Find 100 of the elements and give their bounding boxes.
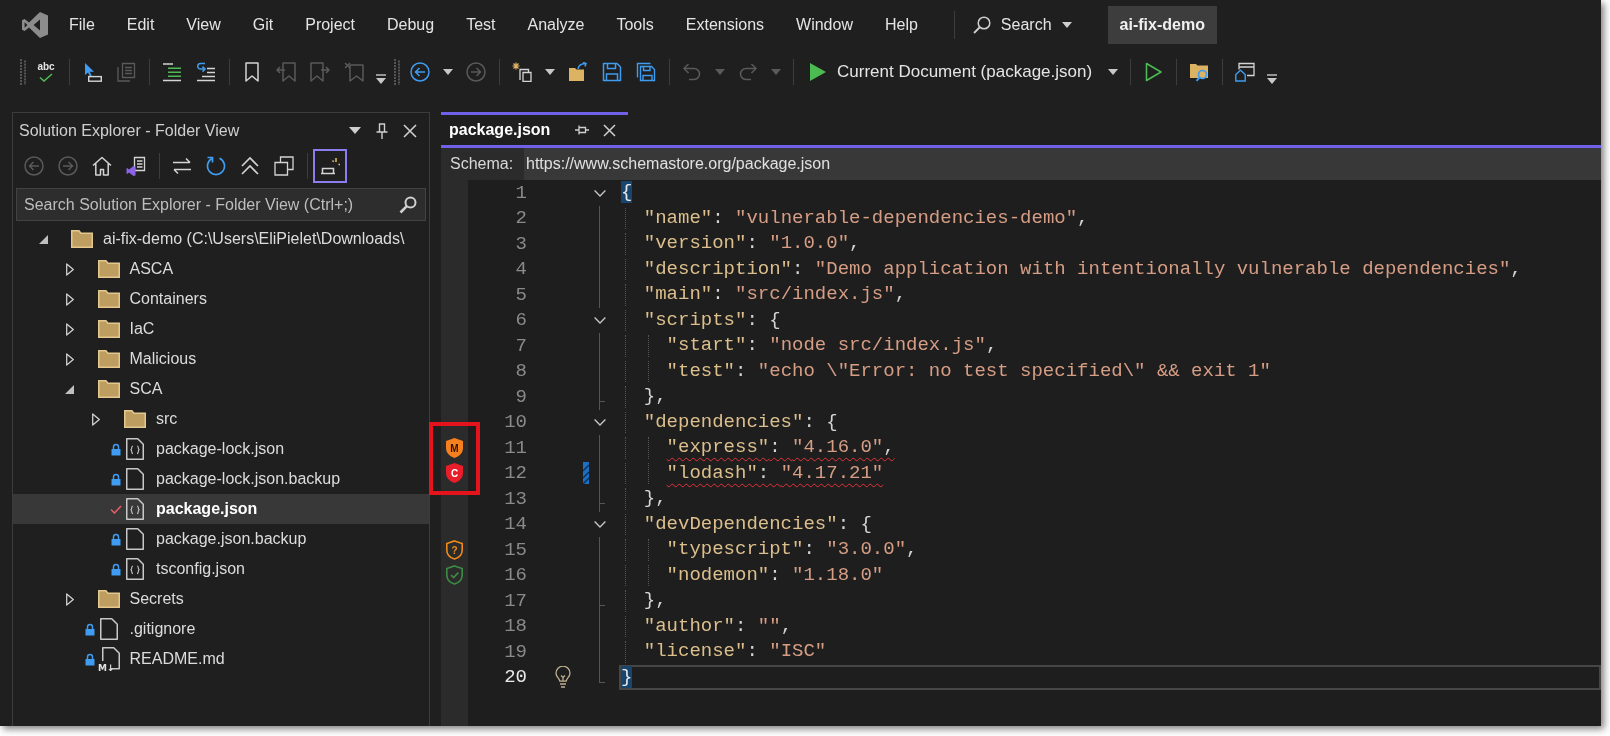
code-line: "version": "1.0.0",	[643, 233, 861, 255]
tree-item-label[interactable]: ai-fix-demo (C:\Users\EliPielet\Downloads\	[103, 227, 405, 251]
tree-item-label[interactable]: Containers	[129, 287, 207, 311]
floppy-disk-icon[interactable]	[602, 62, 622, 82]
arrow-left-circle-icon[interactable]	[410, 62, 430, 82]
shield-icon: C	[446, 463, 463, 484]
tree-item-label[interactable]: src	[156, 407, 178, 431]
pin-icon[interactable]	[575, 124, 589, 136]
tree-item-label[interactable]: IaC	[129, 317, 155, 341]
run-button[interactable]: Current Document (package.json)	[799, 56, 1103, 88]
toggle-button[interactable]	[313, 149, 347, 183]
stacked-squares-icon[interactable]	[274, 156, 294, 176]
search-button[interactable]: Search	[970, 9, 1074, 41]
text-lines-icon[interactable]	[162, 62, 182, 82]
triangle-right-icon[interactable]	[65, 292, 74, 306]
home-icon[interactable]	[92, 156, 112, 176]
solution-name[interactable]: ai-fix-demo	[1107, 6, 1217, 44]
tree-item-label[interactable]: ASCA	[129, 257, 174, 281]
tree-item-label[interactable]: SCA	[129, 377, 163, 401]
line-number: 6	[515, 308, 527, 333]
opposite-arrows-icon[interactable]	[172, 156, 192, 176]
tree-item-label[interactable]: package-lock.json	[156, 437, 285, 461]
window-house-icon[interactable]	[1235, 62, 1256, 82]
tree-item-label[interactable]: Secrets	[129, 587, 184, 611]
menu-item[interactable]: File	[53, 9, 111, 41]
menu-item[interactable]: Edit	[110, 9, 171, 41]
menu-item[interactable]: Git	[236, 9, 290, 41]
caret-down-icon[interactable]	[349, 127, 361, 134]
pin-icon[interactable]	[376, 122, 388, 139]
triangle-down-icon[interactable]	[38, 234, 48, 244]
menu-item[interactable]: Analyze	[511, 9, 601, 41]
tree-item-label[interactable]: package-lock.json.backup	[156, 467, 341, 491]
double-chevron-up-icon[interactable]	[240, 156, 260, 176]
pages-sparkle-icon[interactable]	[512, 62, 532, 82]
triangle-right-icon[interactable]	[92, 412, 100, 426]
floppy-disks-icon[interactable]	[636, 62, 656, 82]
menu-item[interactable]: Help	[868, 9, 934, 41]
triangle-right-icon[interactable]	[65, 322, 74, 336]
code-line: "nodemon": "1.18.0"	[666, 564, 884, 586]
caret-down-icon	[1061, 22, 1072, 28]
tree-item-label[interactable]: Malicious	[129, 347, 197, 371]
caret-down-icon[interactable]	[545, 69, 555, 75]
grip-icon	[394, 59, 400, 85]
tree-item-label[interactable]: tsconfig.json	[156, 557, 245, 581]
play-outline-icon[interactable]	[1143, 62, 1164, 82]
folder-icon	[97, 380, 120, 398]
code-line: "description": "Demo application with intentionally vulnerable dependencies",	[643, 258, 1522, 280]
braces-file-icon	[126, 438, 144, 460]
folder-icon	[97, 320, 120, 338]
menu-item[interactable]: Extensions	[669, 9, 781, 41]
search-icon	[399, 195, 417, 214]
menu-item[interactable]: View	[170, 9, 237, 41]
folder-arrow-icon[interactable]	[568, 62, 588, 82]
triangle-right-icon[interactable]	[65, 592, 74, 606]
refresh-icon[interactable]	[206, 156, 226, 176]
line-number: 10	[504, 410, 527, 435]
close-icon[interactable]	[403, 123, 417, 138]
grip-icon	[20, 59, 26, 85]
menu-item[interactable]: Test	[450, 9, 512, 41]
caret-down-icon[interactable]	[443, 69, 453, 75]
caret-down-icon[interactable]	[1108, 69, 1119, 75]
tree-item-label[interactable]: .gitignore	[129, 617, 196, 641]
line-number: 8	[515, 359, 527, 384]
line-number: 14	[504, 512, 527, 537]
code-line: "author": "",	[643, 615, 793, 637]
menu-item[interactable]: Tools	[600, 9, 670, 41]
schema-field[interactable]: https://www.schemastore.org/package.json	[524, 148, 1601, 180]
folder-icon	[97, 260, 120, 278]
document-logo-icon[interactable]	[126, 156, 146, 176]
bar-caret-icon[interactable]	[375, 74, 387, 84]
tree-item-label[interactable]: package.json.backup	[156, 527, 307, 551]
spell-check-button[interactable]: abc	[29, 56, 63, 88]
bookmark-icon[interactable]	[242, 62, 262, 82]
menu-item[interactable]: Window	[780, 9, 869, 41]
line-number: 9	[515, 384, 527, 410]
line-number: 18	[504, 614, 527, 639]
tree-item-label[interactable]: package.json	[156, 497, 258, 521]
cursor-box-icon[interactable]	[82, 62, 102, 82]
line-number: 7	[515, 333, 527, 359]
search-field[interactable]: Search Solution Explorer - Folder View (Ctrl+;)	[16, 188, 426, 221]
line-number: 16	[504, 563, 527, 588]
file-icon	[126, 528, 144, 550]
bar-caret-icon[interactable]	[1266, 74, 1279, 84]
folder-magnifier-icon[interactable]	[1189, 62, 1210, 82]
folder-icon	[97, 350, 120, 368]
close-icon[interactable]	[603, 123, 616, 137]
triangle-right-icon[interactable]	[65, 262, 74, 276]
tree-item-label[interactable]: README.md	[129, 647, 225, 671]
triangle-down-icon[interactable]	[65, 384, 74, 394]
striped-bar-icon	[583, 462, 589, 485]
triangle-right-icon[interactable]	[65, 352, 74, 366]
line-number: 17	[504, 588, 527, 614]
lightbulb-icon[interactable]	[555, 666, 571, 689]
code-line: "name": "vulnerable-dependencies-demo",	[643, 207, 1089, 229]
panel-title: Solution Explorer - Folder View	[19, 120, 240, 141]
line-number: 5	[515, 282, 527, 308]
menu-item[interactable]: Project	[289, 9, 371, 41]
line-number: 15	[504, 537, 527, 563]
menu-item[interactable]: Debug	[371, 9, 451, 41]
curved-arrow-lines-icon[interactable]	[196, 62, 216, 82]
